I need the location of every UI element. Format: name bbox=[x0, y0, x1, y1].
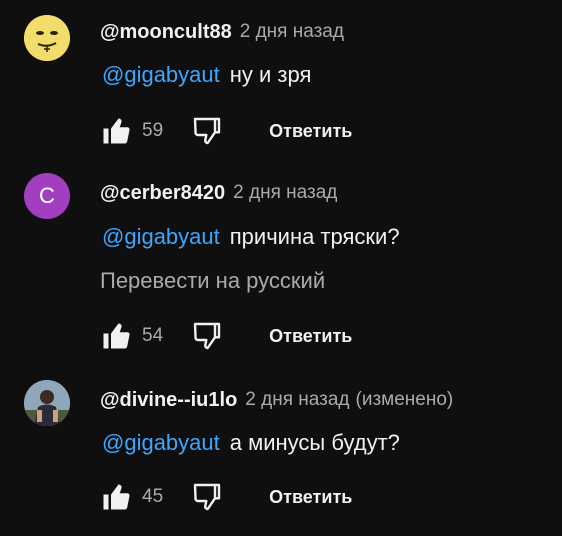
comment-time[interactable]: 2 дня назад bbox=[245, 389, 349, 411]
comment-text: @gigabyaut а минусы будут? bbox=[102, 430, 400, 456]
like-button[interactable] bbox=[96, 477, 136, 517]
thumbs-down-icon bbox=[193, 483, 221, 511]
like-count: 54 bbox=[142, 325, 164, 346]
mention-link[interactable]: @gigabyaut bbox=[102, 62, 220, 87]
comment-body: а минусы будут? bbox=[229, 430, 400, 455]
like-count: 59 bbox=[142, 120, 164, 141]
mention-link[interactable]: @gigabyaut bbox=[102, 430, 220, 455]
thumbs-up-icon bbox=[103, 118, 130, 144]
comment-actions: 54 Ответить bbox=[96, 316, 352, 356]
comment-actions: 59 Ответить bbox=[96, 111, 352, 151]
user-photo-avatar-icon bbox=[24, 380, 70, 426]
comment-meta: @divine--iu1lo 2 дня назад (изменено) bbox=[100, 385, 453, 415]
avatar-letter: C bbox=[39, 183, 55, 208]
reply-button[interactable]: Ответить bbox=[269, 326, 352, 347]
comment-text: @gigabyaut причина тряски? bbox=[102, 224, 400, 250]
like-button[interactable] bbox=[96, 316, 136, 356]
comment-time[interactable]: 2 дня назад bbox=[240, 21, 344, 43]
comment-text: @gigabyaut ну и зря bbox=[102, 62, 311, 88]
thumbs-down-icon bbox=[193, 322, 221, 350]
author-name[interactable]: @cerber8420 bbox=[100, 182, 225, 205]
avatar[interactable] bbox=[24, 15, 70, 61]
smiley-avatar-icon bbox=[24, 15, 70, 61]
mention-link[interactable]: @gigabyaut bbox=[102, 224, 220, 249]
reply-button[interactable]: Ответить bbox=[269, 487, 352, 508]
dislike-button[interactable] bbox=[187, 316, 227, 356]
avatar[interactable]: C bbox=[24, 173, 70, 219]
like-count: 45 bbox=[142, 486, 164, 507]
dislike-button[interactable] bbox=[187, 111, 227, 151]
like-button[interactable] bbox=[96, 111, 136, 151]
comment-body: ну и зря bbox=[229, 62, 312, 87]
translate-link[interactable]: Перевести на русский bbox=[100, 268, 325, 294]
comment-meta: @cerber8420 2 дня назад bbox=[100, 178, 337, 208]
comment-body: причина тряски? bbox=[229, 224, 400, 249]
thumbs-up-icon bbox=[103, 484, 130, 510]
comment-actions: 45 Ответить bbox=[96, 477, 352, 517]
author-name[interactable]: @mooncult88 bbox=[100, 21, 232, 44]
avatar[interactable] bbox=[24, 380, 70, 426]
comment-time[interactable]: 2 дня назад bbox=[233, 182, 337, 204]
author-name[interactable]: @divine--iu1lo bbox=[100, 389, 237, 412]
thumbs-down-icon bbox=[193, 117, 221, 145]
reply-button[interactable]: Ответить bbox=[269, 121, 352, 142]
edited-label: (изменено) bbox=[355, 389, 454, 410]
thumbs-up-icon bbox=[103, 323, 130, 349]
comment-meta: @mooncult88 2 дня назад bbox=[100, 17, 344, 47]
dislike-button[interactable] bbox=[187, 477, 227, 517]
